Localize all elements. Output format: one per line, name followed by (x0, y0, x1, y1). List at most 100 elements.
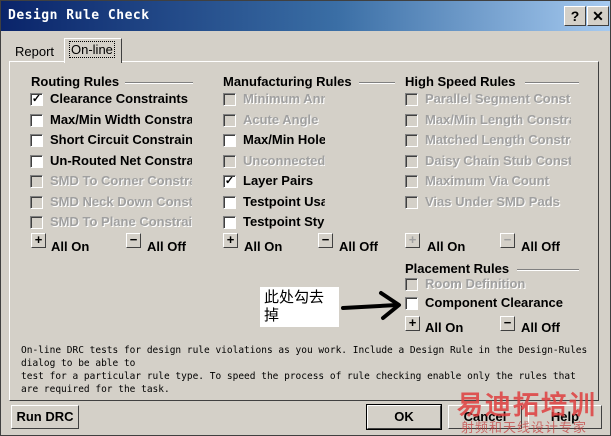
high-speed-rule-label-5: Vias Under SMD Pads (425, 193, 560, 209)
routing-rule-2[interactable]: Short Circuit Constraint (30, 131, 192, 149)
routing-rule-label-1: Max/Min Width Constraint (50, 111, 192, 127)
placement-all-on-button[interactable]: + (405, 316, 420, 331)
high-speed-all-off-button[interactable]: − (500, 233, 515, 248)
high-speed-rule-1[interactable]: Max/Min Length Constraint (405, 111, 571, 129)
manufacturing-checkbox-3[interactable] (223, 154, 236, 168)
manufacturing-rules-title: Manufacturing Rules (223, 74, 352, 89)
manufacturing-rule-4[interactable]: ✓ Layer Pairs (223, 172, 325, 190)
routing-all-on-button[interactable]: + (31, 233, 46, 248)
routing-rules-title: Routing Rules (31, 74, 120, 89)
routing-all-off-button[interactable]: − (126, 233, 141, 248)
manufacturing-rule-label-6: Testpoint Style (243, 214, 325, 229)
manufacturing-checkbox-1[interactable] (223, 113, 236, 127)
manufacturing-all-off-label: All Off (339, 239, 378, 254)
routing-rule-6[interactable]: SMD To Plane Constraint (30, 213, 192, 231)
arrow-right-icon (341, 291, 401, 320)
help-title-button[interactable]: ? (564, 6, 586, 26)
high-speed-rule-label-3: Daisy Chain Stub Constraint (425, 152, 571, 168)
routing-rule-label-4: SMD To Corner Constraint (50, 173, 192, 188)
manufacturing-rule-label-5: Testpoint Usage (243, 193, 325, 209)
manufacturing-all-off-button[interactable]: − (318, 233, 333, 248)
high-speed-all-off-label: All Off (521, 239, 560, 254)
title-bar[interactable]: Design Rule Check ? ✕ (1, 1, 610, 31)
manufacturing-rule-label-0: Minimum Annular (243, 91, 325, 106)
manufacturing-all-on-button[interactable]: + (223, 233, 238, 248)
placement-all-on-label: All On (425, 320, 464, 335)
high-speed-rule-label-2: Matched Length Constraint (425, 132, 571, 147)
high-speed-rule-label-0: Parallel Segment Constraint (425, 91, 571, 106)
manufacturing-rule-2[interactable]: Max/Min Hole Size (223, 131, 325, 149)
routing-rule-0[interactable]: ✓ Clearance Constraints (30, 90, 192, 108)
routing-rule-4[interactable]: SMD To Corner Constraint (30, 172, 192, 190)
placement-rule-0[interactable]: Room Definition (405, 275, 585, 293)
placement-checkbox-1[interactable] (405, 296, 418, 310)
placement-rules-line (517, 269, 579, 271)
manufacturing-rule-label-3: Unconnected Pins (243, 152, 325, 168)
placement-rule-label-1: Component Clearance (425, 294, 563, 310)
high-speed-all-on-button[interactable]: + (405, 233, 420, 248)
placement-rules-title: Placement Rules (405, 261, 510, 276)
placement-rule-label-0: Room Definition (425, 276, 526, 291)
routing-rule-1[interactable]: Max/Min Width Constraint (30, 111, 192, 129)
manufacturing-checkbox-2[interactable] (223, 134, 236, 147)
high-speed-checkbox-5[interactable] (405, 195, 418, 209)
routing-rule-label-5: SMD Neck Down Constraint (50, 193, 192, 209)
tab-online[interactable]: On-line (64, 38, 122, 63)
routing-rule-3[interactable]: Un-Routed Net Constraint (30, 152, 192, 170)
high-speed-rule-3[interactable]: Daisy Chain Stub Constraint (405, 152, 571, 170)
high-speed-checkbox-0[interactable] (405, 93, 418, 106)
manufacturing-rules-line (359, 82, 395, 84)
routing-all-on-label: All On (51, 239, 90, 254)
routing-rule-label-3: Un-Routed Net Constraint (50, 152, 192, 168)
tab-report[interactable]: Report (9, 41, 65, 61)
high-speed-rule-label-4: Maximum Via Count (425, 173, 550, 188)
manufacturing-rule-0[interactable]: Minimum Annular (223, 90, 325, 108)
manufacturing-all-on-label: All On (244, 239, 283, 254)
manufacturing-rule-label-1: Acute Angle (243, 111, 319, 127)
routing-checkbox-3[interactable] (30, 154, 43, 168)
placement-all-off-label: All Off (521, 320, 560, 335)
high-speed-checkbox-1[interactable] (405, 113, 418, 127)
placement-checkbox-0[interactable] (405, 278, 418, 291)
ok-button[interactable]: OK (366, 404, 442, 430)
manufacturing-rule-1[interactable]: Acute Angle (223, 111, 325, 129)
run-drc-button[interactable]: Run DRC (11, 405, 79, 429)
routing-rule-label-2: Short Circuit Constraint (50, 132, 192, 147)
routing-checkbox-6[interactable] (30, 216, 43, 229)
manufacturing-checkbox-6[interactable] (223, 216, 236, 229)
high-speed-rule-4[interactable]: Maximum Via Count (405, 172, 571, 190)
manufacturing-checkbox-0[interactable] (223, 93, 236, 106)
placement-rule-1[interactable]: Component Clearance (405, 294, 585, 312)
routing-rule-label-0: Clearance Constraints (50, 91, 188, 106)
routing-checkbox-4[interactable] (30, 175, 43, 188)
high-speed-rule-0[interactable]: Parallel Segment Constraint (405, 90, 571, 108)
high-speed-rules-line (525, 82, 579, 84)
routing-rule-5[interactable]: SMD Neck Down Constraint (30, 193, 192, 211)
high-speed-checkbox-4[interactable] (405, 175, 418, 188)
high-speed-rule-label-1: Max/Min Length Constraint (425, 111, 571, 127)
routing-checkbox-5[interactable] (30, 195, 43, 209)
routing-all-off-label: All Off (147, 239, 186, 254)
manufacturing-rule-label-2: Max/Min Hole Size (243, 132, 325, 147)
high-speed-rules-title: High Speed Rules (405, 74, 516, 89)
routing-checkbox-0[interactable]: ✓ (30, 93, 43, 106)
routing-rules-line (125, 82, 193, 84)
high-speed-rule-2[interactable]: Matched Length Constraint (405, 131, 571, 149)
routing-checkbox-1[interactable] (30, 113, 43, 127)
window-title: Design Rule Check (8, 8, 150, 23)
manufacturing-checkbox-4[interactable]: ✓ (223, 175, 236, 188)
manufacturing-checkbox-5[interactable] (223, 195, 236, 209)
manufacturing-rule-3[interactable]: Unconnected Pins (223, 152, 325, 170)
manufacturing-rule-5[interactable]: Testpoint Usage (223, 193, 325, 211)
high-speed-rule-5[interactable]: Vias Under SMD Pads (405, 193, 571, 211)
high-speed-checkbox-3[interactable] (405, 154, 418, 168)
watermark-tagline: 射频和天线设计专家 (461, 421, 588, 436)
annotation-note: 此处勾去掉 (260, 287, 339, 327)
manufacturing-rule-6[interactable]: Testpoint Style (223, 213, 325, 231)
placement-all-off-button[interactable]: − (500, 316, 515, 331)
routing-rule-label-6: SMD To Plane Constraint (50, 214, 192, 229)
design-rule-check-window: Design Rule Check ? ✕ Report On-line Rou… (0, 0, 611, 436)
close-button[interactable]: ✕ (587, 6, 609, 26)
routing-checkbox-2[interactable] (30, 134, 43, 147)
high-speed-checkbox-2[interactable] (405, 134, 418, 147)
